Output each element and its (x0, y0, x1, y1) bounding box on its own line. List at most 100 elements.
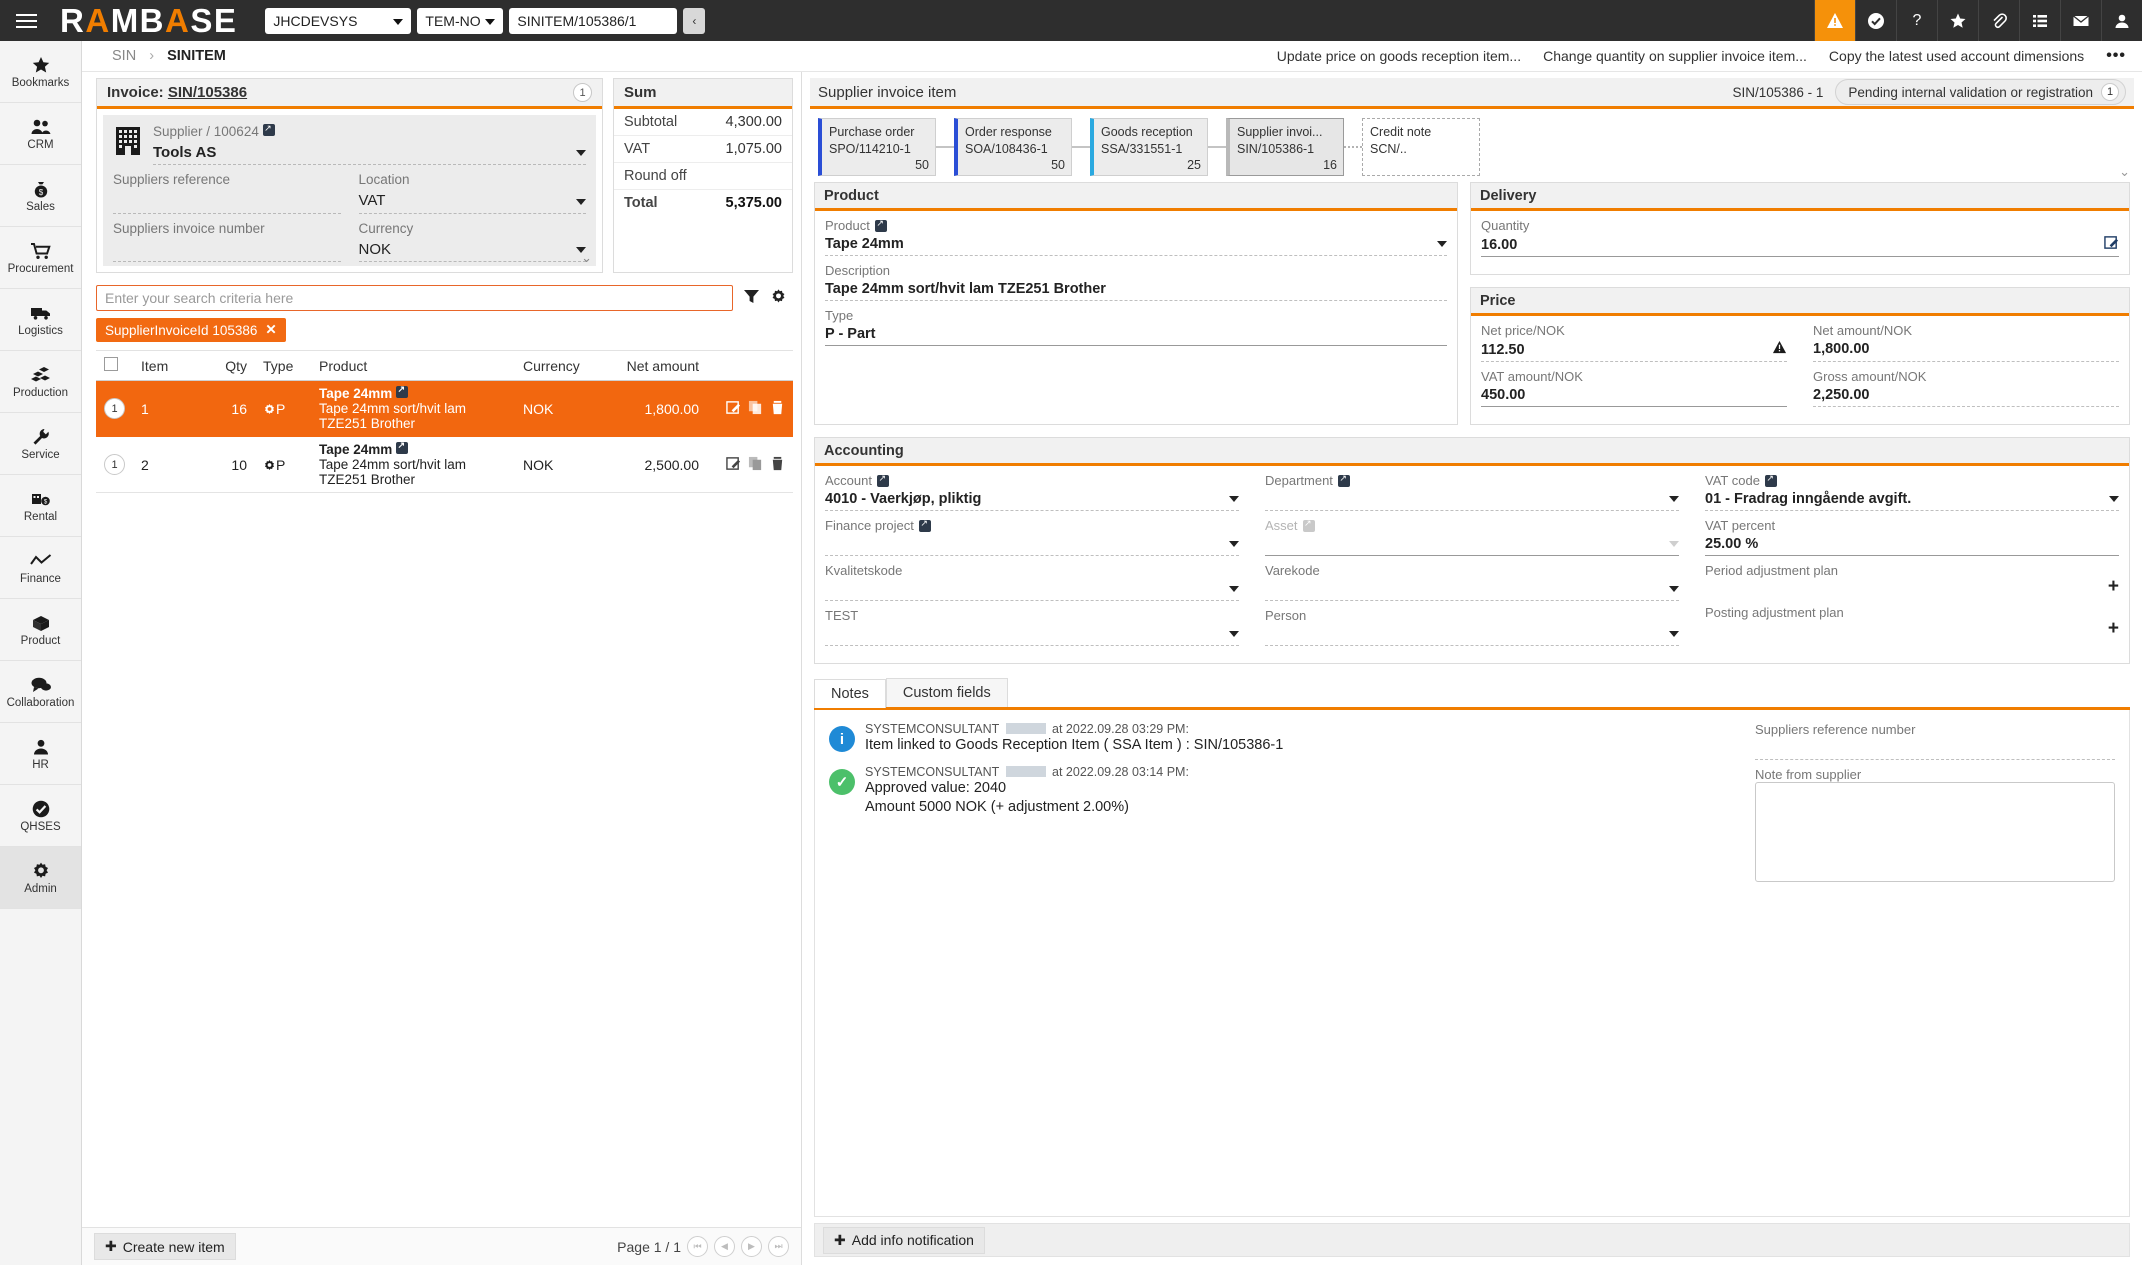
sidebar-item-procurement[interactable]: Procurement (0, 227, 81, 289)
location-value-row[interactable]: VAT (359, 190, 587, 214)
suppliers-reference-value[interactable] (113, 190, 341, 214)
flow-step-purchase-order[interactable]: Purchase order SPO/114210-1 50 (818, 118, 936, 176)
posting-adjustment-plan-input[interactable]: Posting adjustment plan (1705, 605, 2100, 640)
status-badge[interactable]: Pending internal validation or registrat… (1835, 79, 2126, 105)
menu-icon[interactable] (0, 0, 52, 41)
th-type[interactable]: Type (255, 351, 311, 381)
period-adjustment-plan-add-button[interactable]: + (2108, 576, 2119, 598)
close-icon[interactable]: ✕ (265, 322, 276, 338)
warning-icon[interactable] (1772, 340, 1787, 359)
external-link-icon[interactable] (396, 386, 408, 398)
sidebar-item-admin[interactable]: Admin (0, 847, 81, 909)
posting-adjustment-plan-add-button[interactable]: + (2108, 618, 2119, 640)
product-field-value-row[interactable]: Tape 24mm (825, 233, 1447, 253)
test-value-row[interactable] (825, 623, 1239, 643)
alert-triangle-icon[interactable] (1814, 0, 1855, 41)
th-qty[interactable]: Qty (185, 351, 255, 381)
varekode-value-row[interactable] (1265, 578, 1679, 598)
prev-page-button[interactable]: ◀ (714, 1236, 735, 1257)
chevron-down-icon[interactable] (1437, 241, 1447, 247)
edit-icon[interactable] (2104, 235, 2119, 254)
person-value-row[interactable] (1265, 623, 1679, 643)
chevron-down-icon[interactable] (2109, 496, 2119, 502)
sidebar-item-logistics[interactable]: Logistics (0, 289, 81, 351)
supplier-value-row[interactable]: Tools AS (153, 142, 586, 166)
next-page-button[interactable]: ▶ (741, 1236, 762, 1257)
suppliers-reference-number-value[interactable] (1755, 737, 2115, 757)
mail-icon[interactable] (2060, 0, 2101, 41)
location-input[interactable] (509, 8, 677, 34)
th-net-amount[interactable]: Net amount (597, 351, 707, 381)
action-update-price[interactable]: Update price on goods reception item... (1277, 48, 1521, 64)
lang-select[interactable]: TEM-NO (417, 8, 503, 34)
delete-icon[interactable] (770, 400, 785, 418)
vat-amount-value[interactable]: 450.00 (1481, 384, 1787, 404)
vat-percent-value[interactable]: 25.00 % (1705, 533, 2119, 553)
edit-icon[interactable] (726, 456, 741, 474)
gross-amount-value[interactable]: 2,250.00 (1813, 384, 2119, 404)
select-all-checkbox[interactable] (104, 357, 118, 371)
list-icon[interactable] (2019, 0, 2060, 41)
external-link-icon[interactable] (875, 220, 887, 232)
flow-step-goods-reception[interactable]: Goods reception SSA/331551-1 25 (1090, 118, 1208, 176)
flow-step-supplier-invoice[interactable]: Supplier invoi... SIN/105386-1 16 (1226, 118, 1344, 176)
check-badge-icon[interactable] (1855, 0, 1896, 41)
search-input[interactable] (96, 285, 733, 311)
sidebar-item-qhses[interactable]: QHSES (0, 785, 81, 847)
system-select[interactable]: JHCDEVSYS (265, 8, 411, 34)
chevron-down-icon[interactable] (1669, 586, 1679, 592)
th-product[interactable]: Product (311, 351, 515, 381)
paperclip-icon[interactable] (1978, 0, 2019, 41)
expand-chevron-icon[interactable]: ⌄ (581, 250, 592, 266)
vat-code-value-row[interactable]: 01 - Fradrag inngående avgift. (1705, 488, 2119, 508)
filter-icon[interactable] (743, 288, 760, 309)
chevron-down-icon[interactable] (1669, 631, 1679, 637)
flow-step-order-response[interactable]: Order response SOA/108436-1 50 (954, 118, 1072, 176)
copy-icon[interactable] (748, 456, 763, 474)
sidebar-item-finance[interactable]: Finance (0, 537, 81, 599)
add-info-notification-button[interactable]: ✚ Add info notification (823, 1227, 985, 1254)
first-page-button[interactable]: ⏮ (687, 1236, 708, 1257)
tab-custom-fields[interactable]: Custom fields (886, 678, 1008, 707)
net-amount-value[interactable]: 1,800.00 (1813, 338, 2119, 358)
last-page-button[interactable]: ⏭ (768, 1236, 789, 1257)
external-link-icon[interactable] (396, 442, 408, 454)
chevron-down-icon[interactable] (1229, 631, 1239, 637)
create-new-item-button[interactable]: ✚ Create new item (94, 1233, 236, 1260)
delete-icon[interactable] (770, 456, 785, 474)
suppliers-invoice-number-value[interactable] (113, 239, 341, 263)
chevron-down-icon[interactable] (1229, 541, 1239, 547)
collapse-chevron-icon[interactable]: ⌄ (2119, 164, 2130, 180)
action-copy-dimensions[interactable]: Copy the latest used account dimensions (1829, 48, 2084, 64)
net-price-value-row[interactable]: 112.50 (1481, 338, 1787, 359)
gear-icon[interactable] (770, 288, 787, 309)
chevron-down-icon[interactable] (576, 199, 586, 205)
account-value-row[interactable]: 4010 - Vaerkjøp, pliktig (825, 488, 1239, 508)
chevron-down-icon[interactable] (1229, 496, 1239, 502)
external-link-icon[interactable] (877, 475, 889, 487)
tab-notes[interactable]: Notes (814, 679, 886, 708)
chevron-down-icon[interactable] (576, 150, 586, 156)
star-icon[interactable] (1937, 0, 1978, 41)
sidebar-item-rental[interactable]: $ Rental (0, 475, 81, 537)
back-button[interactable]: ‹ (683, 8, 705, 34)
note-from-supplier-textarea[interactable] (1755, 782, 2115, 882)
sidebar-item-collaboration[interactable]: Collaboration (0, 661, 81, 723)
action-change-quantity[interactable]: Change quantity on supplier invoice item… (1543, 48, 1807, 64)
kvalitetskode-value-row[interactable] (825, 578, 1239, 598)
external-link-icon[interactable] (263, 124, 275, 136)
sidebar-item-product[interactable]: Product (0, 599, 81, 661)
copy-icon[interactable] (748, 400, 763, 418)
table-row[interactable]: 1 1 16 P Tape 24mm Tape (96, 381, 793, 437)
sidebar-item-service[interactable]: Service (0, 413, 81, 475)
filter-chip[interactable]: SupplierInvoiceId 105386 ✕ (96, 318, 286, 342)
sidebar-item-bookmarks[interactable]: Bookmarks (0, 41, 81, 103)
more-actions-icon[interactable]: ••• (2106, 47, 2126, 65)
department-value-row[interactable] (1265, 488, 1679, 508)
external-link-icon[interactable] (1765, 475, 1777, 487)
sidebar-item-sales[interactable]: $ Sales (0, 165, 81, 227)
edit-icon[interactable] (726, 400, 741, 418)
th-item[interactable]: Item (133, 351, 185, 381)
currency-value-row[interactable]: NOK (359, 239, 587, 263)
sidebar-item-production[interactable]: Production (0, 351, 81, 413)
